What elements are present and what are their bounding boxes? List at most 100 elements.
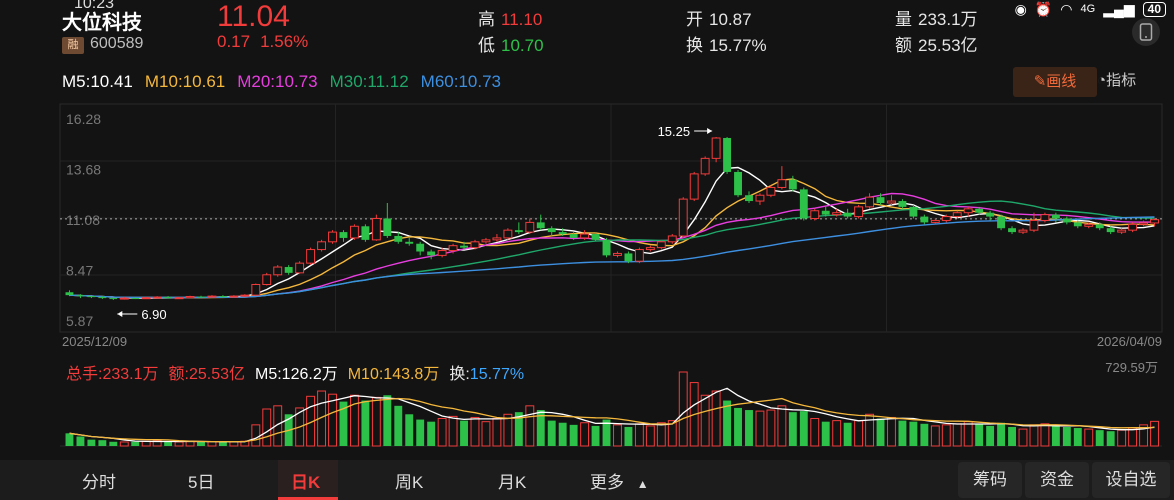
candle: [427, 251, 436, 256]
candle: [207, 295, 217, 298]
candle: [229, 295, 239, 298]
candle: [262, 274, 272, 285]
volume-bar: [1073, 428, 1082, 446]
candle: [416, 243, 425, 252]
volume-max-label: 729.59万: [1105, 360, 1158, 375]
candle: [580, 233, 590, 239]
candle: [832, 212, 842, 216]
tab-monthly-k[interactable]: 月K: [498, 468, 526, 493]
total-amount: 额:25.53亿: [168, 366, 246, 383]
volume-bar: [909, 421, 918, 446]
volume-bar: [416, 419, 425, 446]
candle: [689, 173, 699, 200]
candle: [164, 297, 173, 299]
volume-bar: [930, 425, 940, 447]
volume-bar: [371, 396, 381, 447]
candle: [349, 225, 359, 239]
candle: [119, 297, 129, 300]
ma-line-m20: [69, 192, 1155, 299]
volume-bar: [1029, 424, 1039, 447]
volume-bar: [218, 441, 227, 446]
phone-icon[interactable]: [1132, 18, 1160, 46]
candle: [558, 232, 567, 235]
candle: [876, 197, 885, 203]
y-tick-label: 8.47: [66, 263, 93, 279]
candle: [799, 189, 808, 219]
funds-button[interactable]: 资金: [1025, 462, 1089, 498]
volume-ma5: M5:126.2万: [255, 366, 338, 383]
period-tabs: 分时 5日 日K 周K 月K 更多 ▲ 筹码 资金 设自选: [0, 460, 1174, 500]
draw-line-button[interactable]: ✎画线: [1013, 67, 1097, 97]
tab-more[interactable]: 更多 ▲: [590, 468, 649, 493]
kline-chart[interactable]: 16.28 13.68 11.08 8.47 5.87 2025/12/09 2026/04…: [0, 100, 1174, 460]
candle: [98, 297, 107, 299]
volume-bar: [448, 415, 458, 447]
volume-bar: [788, 412, 797, 446]
volume-ma10: M10:143.8万: [347, 366, 440, 383]
ma20-label: M20:10.73: [237, 72, 318, 91]
candle: [656, 241, 666, 249]
candle: [952, 212, 962, 218]
candle: [306, 249, 316, 264]
candle: [547, 228, 556, 233]
candle: [1150, 219, 1159, 224]
price-change: 0.17 1.56%: [217, 32, 308, 52]
end-date-label: 2026/04/09: [1097, 334, 1162, 349]
candle: [251, 283, 261, 296]
volume-bar: [119, 441, 129, 447]
candle: [185, 296, 195, 299]
volume-bar: [580, 422, 590, 447]
battery-icon: 40: [1142, 1, 1166, 17]
turnover-field: 换 15.77%: [686, 36, 767, 55]
volume-bar: [109, 441, 118, 446]
volume-bar: [1095, 430, 1104, 446]
volume-bar: [437, 418, 447, 447]
candle: [810, 210, 820, 220]
candle: [492, 237, 502, 241]
volume-bar: [1040, 423, 1050, 447]
volume-value: 233.1万: [918, 10, 978, 29]
volume-bar: [229, 441, 239, 447]
add-watchlist-button[interactable]: 设自选: [1092, 462, 1170, 498]
volume-bar: [361, 400, 370, 446]
signal-icon: ▂▄▆: [1103, 0, 1135, 17]
margin-badge: 融: [62, 37, 84, 54]
volume-bar: [645, 425, 655, 447]
tab-intraday[interactable]: 分时: [82, 468, 116, 493]
candle: [700, 157, 710, 175]
volume-bar: [711, 390, 721, 447]
turnover-value: 15.77%: [709, 36, 767, 55]
candle: [394, 235, 403, 242]
candle: [909, 206, 918, 217]
candle: [328, 231, 337, 243]
volume-bar: [427, 421, 436, 446]
volume-turnover: 换:15.77%: [449, 366, 525, 383]
volume-bar: [876, 418, 885, 446]
ma-line-m60: [69, 216, 1155, 299]
ma60-label: M60:10.73: [420, 72, 501, 91]
candle: [711, 137, 721, 159]
candle: [371, 218, 381, 241]
volume-bar: [251, 424, 261, 447]
candle: [865, 196, 875, 208]
candle: [141, 297, 151, 300]
candle: [383, 218, 392, 236]
indicator-button[interactable]: ◔指标: [1097, 69, 1136, 90]
chips-button[interactable]: 筹码: [958, 462, 1022, 498]
tab-5day[interactable]: 5日: [188, 468, 214, 493]
low-field: 低 10.70: [478, 36, 544, 55]
ma10-label: M10:10.61: [144, 72, 226, 91]
candle: [788, 179, 797, 190]
volume-bar: [1128, 427, 1138, 447]
ma-legend[interactable]: M5:10.41 M10:10.61 M20:10.73 M30:11.12 M…: [62, 72, 501, 92]
tab-weekly-k[interactable]: 周K: [395, 468, 423, 493]
volume-bar: [821, 421, 830, 446]
candle: [755, 194, 765, 202]
alarm-icon: ⏰: [1034, 0, 1053, 17]
tab-daily-k[interactable]: 日K: [291, 468, 320, 493]
volume-bar: [975, 423, 984, 446]
start-date-label: 2025/12/09: [62, 334, 127, 349]
volume-bar: [898, 420, 907, 446]
volume-bar: [76, 436, 85, 446]
volume-bar: [569, 424, 578, 446]
